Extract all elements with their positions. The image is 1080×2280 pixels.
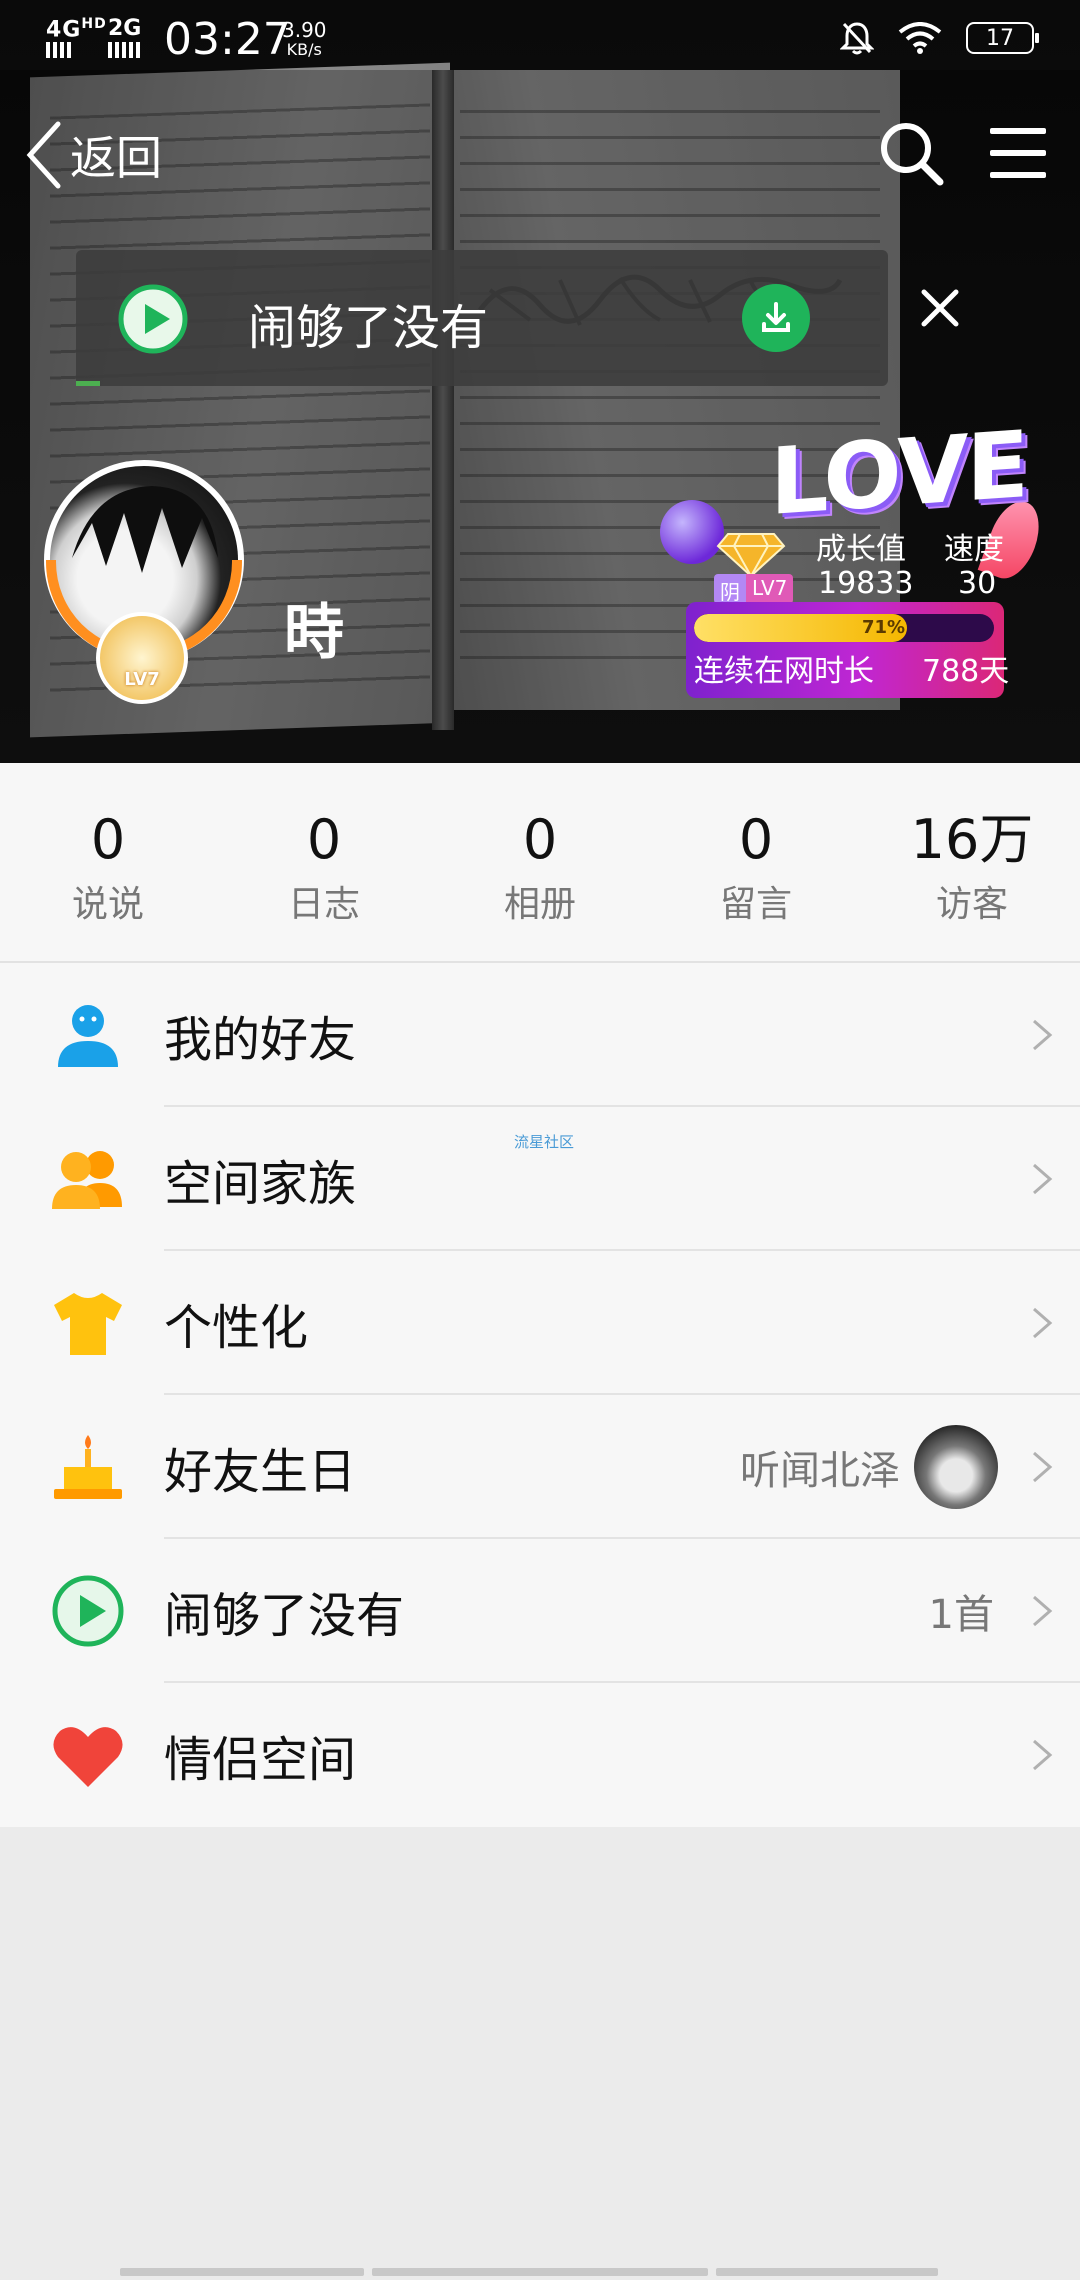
nav-indicator <box>716 2268 938 2276</box>
decoration-orb <box>660 500 724 564</box>
back-button[interactable]: 返回 <box>24 120 162 190</box>
stat-visitors[interactable]: 16万 访客 <box>864 763 1080 961</box>
menu-item-friends[interactable]: 我的好友 <box>0 963 1080 1107</box>
cake-icon <box>54 1435 122 1499</box>
play-icon[interactable] <box>118 284 188 354</box>
menu-label: 情侣空间 <box>164 1732 357 1788</box>
username: 時 <box>284 598 344 668</box>
download-button[interactable] <box>742 284 810 352</box>
wifi-icon <box>898 22 942 54</box>
family-icon <box>52 1151 122 1209</box>
nav-indicator <box>120 2268 364 2276</box>
back-label: 返回 <box>70 131 162 185</box>
growth-progress-bar <box>694 614 994 642</box>
online-duration-value: 788天 <box>922 654 1010 689</box>
chevron-right-icon <box>1033 1307 1053 1339</box>
menu-item-personalize[interactable]: 个性化 <box>0 1251 1080 1395</box>
stat-messages[interactable]: 0 留言 <box>648 763 864 961</box>
menu-label: 好友生日 <box>164 1444 357 1500</box>
growth-label: 成长值 <box>816 532 906 567</box>
speed-label: 速度 <box>944 532 1004 567</box>
stat-label: 说说 <box>71 884 144 925</box>
nav-indicator <box>372 2268 708 2276</box>
net-speed: 3.90 KB/s <box>282 18 327 59</box>
music-player-bar[interactable]: 闹够了没有 <box>76 250 888 386</box>
stat-label: 访客 <box>935 884 1008 925</box>
search-icon[interactable] <box>876 118 946 188</box>
menu-item-birthday[interactable]: 好友生日 听闻北泽 <box>0 1395 1080 1539</box>
stat-number: 0 <box>306 808 342 871</box>
profile-header: 4GHD 2G 03:27 3.90 KB/s 17 返回 闹够了没有 LV7 … <box>0 0 1080 763</box>
chevron-right-icon <box>1033 1163 1053 1195</box>
friend-avatar <box>914 1425 998 1509</box>
stat-label: 相册 <box>503 884 576 925</box>
tshirt-icon <box>54 1293 122 1355</box>
song-count: 1首 <box>928 1592 994 1638</box>
network-indicator: 4GHD <box>46 16 107 43</box>
menu-label: 我的好友 <box>164 1012 357 1068</box>
signal-icon <box>46 42 72 58</box>
menu-item-family[interactable]: 空间家族 <box>0 1107 1080 1251</box>
menu-list: 我的好友 空间家族 个性化 好友生日 听闻北泽 闹够了没有 1首 情侣空间 <box>0 963 1080 1827</box>
status-bar: 4GHD 2G 03:27 3.90 KB/s 17 <box>0 0 1080 80</box>
chevron-left-icon <box>26 121 61 189</box>
stat-number: 16万 <box>910 808 1034 871</box>
stats-row: 0 说说 0 日志 0 相册 0 留言 16万 访客 <box>0 763 1080 963</box>
menu-item-couple[interactable]: 情侣空间 <box>0 1683 1080 1827</box>
friends-icon <box>58 1005 118 1067</box>
menu-label: 个性化 <box>164 1300 309 1356</box>
watermark: 流星社区 <box>514 1133 575 1151</box>
speed-value: 30 <box>958 566 997 601</box>
signal-icon-2 <box>108 42 142 58</box>
chevron-right-icon <box>1033 1595 1053 1627</box>
vip-level-tag: 阴 LV7 <box>714 574 794 604</box>
download-icon <box>762 302 790 332</box>
clock: 03:27 <box>164 14 291 65</box>
stat-label: 日志 <box>287 884 360 925</box>
growth-percent: 71% <box>862 617 906 638</box>
menu-label: 空间家族 <box>164 1156 357 1212</box>
heart-icon <box>53 1727 123 1787</box>
menu-icon[interactable] <box>986 122 1050 184</box>
stat-number: 0 <box>522 808 558 871</box>
online-duration-label: 连续在网时长 <box>694 654 874 689</box>
music-progress <box>76 381 101 386</box>
level-badge: LV7 <box>96 612 188 704</box>
stat-label: 留言 <box>719 884 792 925</box>
music-play-icon <box>52 1575 124 1647</box>
diamond-icon <box>716 533 786 578</box>
stat-blogs[interactable]: 0 日志 <box>216 763 432 961</box>
birthday-friend-name: 听闻北泽 <box>740 1448 900 1494</box>
network-indicator-2: 2G <box>108 16 142 41</box>
love-decoration: LOVE <box>770 411 1028 536</box>
chevron-right-icon <box>1033 1739 1053 1771</box>
stat-number: 0 <box>738 808 774 871</box>
chevron-right-icon <box>1033 1451 1053 1483</box>
stat-albums[interactable]: 0 相册 <box>432 763 648 961</box>
chevron-right-icon <box>1033 1019 1053 1051</box>
close-icon[interactable] <box>914 282 966 334</box>
stat-number: 0 <box>90 808 126 871</box>
music-title: 闹够了没有 <box>248 300 489 356</box>
mute-bell-icon <box>840 22 874 55</box>
stat-posts[interactable]: 0 说说 <box>0 763 216 961</box>
growth-value: 19833 <box>818 566 914 601</box>
menu-item-music[interactable]: 闹够了没有 1首 <box>0 1539 1080 1683</box>
menu-label: 闹够了没有 <box>164 1588 405 1644</box>
battery-icon: 17 <box>966 22 1039 54</box>
